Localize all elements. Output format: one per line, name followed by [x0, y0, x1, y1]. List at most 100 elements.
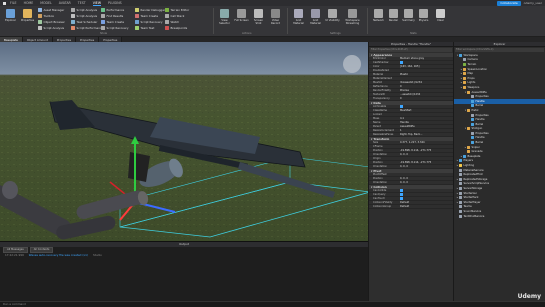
summary-stats-button[interactable]: Summary [401, 9, 416, 27]
full-screen-button[interactable]: Full Screen [234, 9, 249, 27]
property-value[interactable]: Handle [399, 121, 453, 124]
call-stack-button[interactable]: Call Stack [165, 14, 184, 18]
grid-material-button[interactable]: Grid Material [291, 9, 306, 27]
explorer-item-label: Properties [475, 131, 489, 135]
property-value[interactable]: Precise [399, 89, 453, 92]
property-value[interactable] [399, 61, 453, 64]
property-value[interactable] [399, 69, 453, 72]
explorer-item-label: Barrel [475, 104, 484, 108]
property-value[interactable]: 1 [399, 129, 453, 132]
checkbox-checked[interactable] [400, 61, 403, 64]
menu-home[interactable]: HOME [24, 1, 34, 5]
explorer-item[interactable]: TextChatService [454, 214, 545, 219]
find-results-button[interactable]: Find Results [101, 14, 123, 18]
3d-viewport[interactable] [0, 42, 368, 241]
property-value[interactable]: 0, 0, 0 [399, 177, 453, 180]
render-debugger-button[interactable]: Render Debugger [135, 8, 165, 12]
breakpoints-icon [165, 26, 169, 30]
performance-button[interactable]: Performance [101, 8, 124, 12]
menu-plugins[interactable]: PLUGINS [108, 1, 122, 5]
property-value[interactable]: Medium stone grey [399, 57, 453, 60]
property-value[interactable]: 0 [399, 85, 453, 88]
script-analysis-button[interactable]: Script Analysis [38, 26, 64, 30]
script-analysis-button-2[interactable]: Script Analysis [71, 14, 97, 18]
property-value[interactable] [399, 173, 453, 176]
property-value[interactable] [399, 189, 453, 192]
network-stats-button[interactable]: Network [371, 9, 386, 27]
message-filter-dropdown[interactable]: All Messages [3, 246, 28, 253]
object-browser-button[interactable]: Object Browser [38, 20, 65, 24]
explorer-item-label: Handle [475, 118, 485, 122]
context-filter-dropdown[interactable]: All Contexts [29, 246, 54, 253]
team-create-button[interactable]: Team Create [101, 20, 124, 24]
property-value[interactable]: [163, 162, 165] [399, 65, 453, 68]
property-value[interactable]: Right, Top, Back... [399, 133, 453, 136]
property-value[interactable]: AssaultRifle [399, 125, 453, 128]
property-value[interactable] [399, 105, 453, 108]
physics-stats-button[interactable]: Physics [416, 9, 431, 27]
property-value[interactable] [399, 197, 453, 200]
workspace-streaming-button[interactable]: Workspace Streaming [345, 9, 360, 27]
team-create-button-2[interactable]: Team Create [135, 14, 158, 18]
property-value[interactable]: ...assetid://1234 [399, 93, 453, 96]
view-selector-button[interactable]: View Selector [217, 9, 232, 27]
checkbox-checked[interactable] [400, 193, 403, 196]
property-row[interactable]: CollisionGroup Default [369, 205, 453, 209]
output-message-row: 17:22:21.999 Waves auto-recovery file wa… [0, 253, 368, 258]
group-label-actions: Actions [242, 32, 252, 35]
grid-material-button-2[interactable]: Grid Material [308, 9, 323, 27]
team-test-button[interactable]: Team Test [135, 26, 154, 30]
property-value[interactable]: 4.1 [399, 117, 453, 120]
property-value[interactable]: 0.377, 1.227, 3.344 [399, 141, 453, 144]
command-bar-input[interactable]: Run a command [0, 301, 545, 307]
script-recovery-button[interactable]: Script Recovery [101, 26, 128, 30]
menu-test[interactable]: TEST [78, 1, 86, 5]
menu-view[interactable]: VIEW [92, 1, 101, 6]
property-value[interactable]: 0, 0, 0 [399, 165, 453, 168]
property-value[interactable] [399, 157, 453, 160]
property-value[interactable]: -19.898, 8.114, -271.775 [399, 161, 453, 164]
screen-shot-button[interactable]: Screen Shot [251, 9, 266, 27]
explorer-item-label: StarterPlayer [463, 200, 481, 204]
property-value[interactable]: 0, 0, 0 [399, 181, 453, 184]
explorer-item-label: Terrain [467, 62, 477, 66]
checkbox-checked[interactable] [400, 197, 403, 200]
property-value[interactable] [399, 145, 453, 148]
property-value[interactable] [399, 193, 453, 196]
video-record-button[interactable]: Video Record [268, 9, 283, 27]
explorer-filter-input[interactable]: Filter workspace (Ctrl+Shift+X) [455, 47, 544, 52]
asset-manager-button[interactable]: Asset Manager [38, 8, 64, 12]
terrain-editor-button[interactable]: Terrain Editor [165, 8, 189, 12]
menu-avatar[interactable]: AVATAR [59, 1, 71, 5]
explorer-button[interactable]: Explorer [3, 9, 18, 27]
property-value[interactable] [399, 77, 453, 80]
properties-button[interactable]: Properties [20, 9, 35, 27]
clear-stats-button[interactable]: Clear [433, 9, 448, 27]
properties-filter-input[interactable]: Filter Properties (Ctrl+Shift+P) [370, 47, 452, 52]
task-scheduler-button[interactable]: Task Scheduler [71, 20, 97, 24]
property-value[interactable] [399, 113, 453, 116]
property-value[interactable]: Default [399, 201, 453, 204]
render-stats-button[interactable]: Render [386, 9, 401, 27]
toolbox-button[interactable]: Toolbox [38, 14, 54, 18]
script-performance-button[interactable]: Script Performance [71, 26, 103, 30]
script-recovery-button-2[interactable]: Script Recovery [135, 20, 162, 24]
breakpoints-button[interactable]: Breakpoints [165, 26, 187, 30]
property-value[interactable]: 0 [399, 97, 453, 100]
property-value[interactable]: MeshPart [399, 109, 453, 112]
checkbox-checked[interactable] [400, 189, 403, 192]
ui-visibility-button[interactable]: UI Visibility [325, 9, 340, 27]
menu-file[interactable]: FILE [10, 1, 17, 5]
user-name[interactable]: odemy_user [524, 1, 542, 5]
menu-model[interactable]: MODEL [40, 1, 52, 5]
property-value[interactable]: Plastic [399, 73, 453, 76]
command-bar-button[interactable]: Script Analysis [71, 8, 97, 12]
watch-button[interactable]: Watch [165, 20, 179, 24]
collaborate-button[interactable]: Collaborate [497, 0, 521, 6]
checkbox-checked[interactable] [400, 105, 403, 108]
property-value[interactable]: Default [399, 205, 453, 208]
property-value[interactable]: -19.898, 8.114, -271.775 [399, 149, 453, 152]
property-value[interactable]: 0, 0, 0 [399, 153, 453, 156]
group-label-settings: Settings [330, 32, 341, 35]
property-value[interactable]: rbxassetid://1234 [399, 81, 453, 84]
